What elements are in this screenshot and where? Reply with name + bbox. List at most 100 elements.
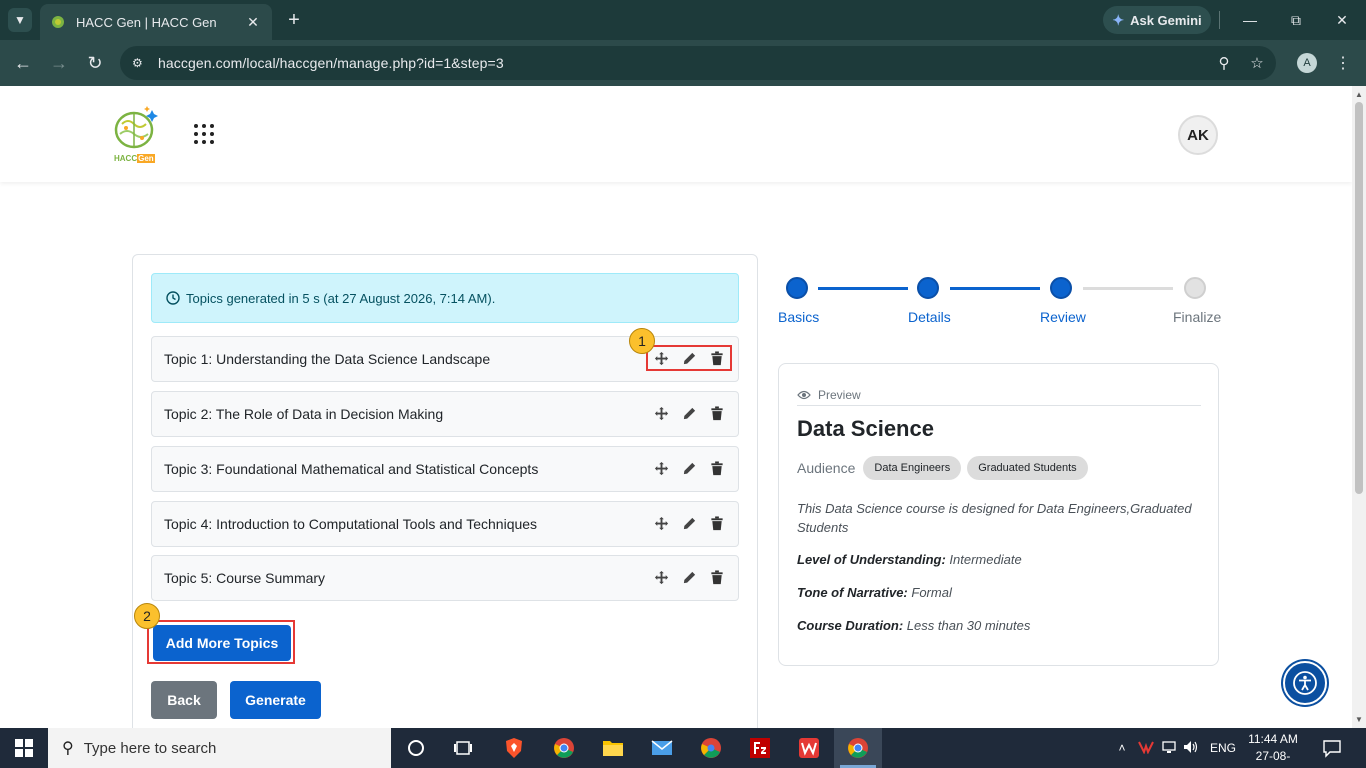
delete-trash-icon[interactable]	[708, 514, 726, 532]
notification-center-icon[interactable]	[1322, 738, 1342, 758]
topic-label: Topic 1: Understanding the Data Science …	[164, 351, 491, 367]
file-explorer-icon[interactable]	[597, 732, 629, 764]
network-icon[interactable]	[1158, 740, 1180, 757]
taskbar-search-placeholder: Type here to search	[83, 739, 217, 757]
ask-gemini-button[interactable]: ✦ Ask Gemini	[1103, 6, 1211, 34]
mail-icon[interactable]	[646, 732, 678, 764]
eye-icon	[797, 390, 811, 399]
topic-label: Topic 4: Introduction to Computational T…	[164, 516, 538, 532]
bookmark-star-icon[interactable]: ☆	[1248, 54, 1266, 72]
level-of-understanding: Level of Understanding: Intermediate	[797, 552, 1022, 567]
ask-gemini-label: Ask Gemini	[1130, 12, 1202, 28]
forward-arrow-icon[interactable]: →	[47, 51, 71, 75]
audience-chip: Graduated Students	[967, 456, 1088, 480]
close-window-button[interactable]: ✕	[1327, 8, 1357, 32]
windows-start-button[interactable]	[0, 728, 48, 768]
topic-actions	[648, 402, 730, 424]
duration-label: Course Duration:	[797, 618, 904, 633]
browser-profile-avatar[interactable]: A	[1297, 53, 1317, 73]
step-details-label[interactable]: Details	[908, 309, 951, 325]
back-arrow-icon[interactable]: ←	[11, 51, 35, 75]
cortana-icon[interactable]	[400, 732, 432, 764]
tone-label: Tone of Narrative:	[797, 585, 908, 600]
edit-pencil-icon[interactable]	[680, 404, 698, 422]
move-icon[interactable]	[652, 349, 670, 367]
move-icon[interactable]	[652, 514, 670, 532]
url-text[interactable]: haccgen.com/local/haccgen/manage.php?id=…	[158, 55, 504, 71]
task-view-icon[interactable]	[447, 732, 479, 764]
move-icon[interactable]	[652, 404, 670, 422]
volume-icon[interactable]	[1180, 740, 1202, 757]
new-tab-button[interactable]: +	[282, 8, 306, 32]
site-header: HACCGen AK	[0, 86, 1352, 182]
reload-icon[interactable]: ↻	[83, 51, 107, 75]
browser-tabstrip: ▼ HACC Gen | HACC Gen ✕ + ✦ Ask Gemini —…	[0, 0, 1366, 40]
zoom-icon[interactable]: ⚲	[1215, 54, 1233, 72]
topic-item[interactable]: Topic 4: Introduction to Computational T…	[151, 501, 739, 547]
tab-close-icon[interactable]: ✕	[244, 14, 262, 31]
edit-pencil-icon[interactable]	[680, 349, 698, 367]
page-viewport: HACCGen AK Topics generated in 5 s (at 2…	[0, 86, 1352, 728]
generate-button[interactable]: Generate	[230, 681, 321, 719]
chrome-icon[interactable]	[548, 732, 580, 764]
edit-pencil-icon[interactable]	[680, 514, 698, 532]
taskbar-clock[interactable]: 11:44 AM 27-08-2026	[1244, 731, 1302, 768]
accessibility-button[interactable]	[1283, 661, 1327, 705]
topic-label: Topic 5: Course Summary	[164, 570, 326, 586]
step-review-dot[interactable]	[1050, 277, 1072, 299]
move-icon[interactable]	[652, 568, 670, 586]
tray-overflow-chevron-icon[interactable]: ˄	[1114, 741, 1130, 755]
step-finalize-dot[interactable]	[1184, 277, 1206, 299]
delete-trash-icon[interactable]	[708, 459, 726, 477]
tab-title: HACC Gen | HACC Gen	[76, 14, 217, 30]
browser-tab-active[interactable]: HACC Gen | HACC Gen ✕	[40, 4, 272, 40]
brave-browser-icon[interactable]	[498, 732, 530, 764]
step-details-dot[interactable]	[917, 277, 939, 299]
level-label: Level of Understanding:	[797, 552, 946, 567]
site-info-icon[interactable]: ⚙	[132, 56, 150, 70]
chrome-active-icon[interactable]	[842, 732, 874, 764]
edit-pencil-icon[interactable]	[680, 568, 698, 586]
chrome-profile-icon[interactable]	[695, 732, 727, 764]
tab-search-button[interactable]: ▼	[8, 8, 32, 32]
add-more-topics-button[interactable]: Add More Topics	[153, 625, 291, 661]
scroll-up-icon[interactable]: ▲	[1354, 89, 1364, 99]
delete-trash-icon[interactable]	[708, 349, 726, 367]
language-indicator[interactable]: ENG	[1210, 741, 1236, 755]
page-scrollbar[interactable]: ▲ ▼	[1352, 86, 1366, 728]
topic-item[interactable]: Topic 5: Course Summary	[151, 555, 739, 601]
minimize-button[interactable]: —	[1235, 8, 1265, 32]
preview-header: Preview	[797, 384, 1201, 406]
browser-menu-icon[interactable]: ⋮	[1334, 52, 1352, 74]
tone-value: Formal	[911, 585, 952, 600]
clock-icon	[166, 291, 180, 305]
stepper-connector	[1083, 287, 1173, 290]
step-basics-label[interactable]: Basics	[778, 309, 819, 325]
delete-trash-icon[interactable]	[708, 568, 726, 586]
move-icon[interactable]	[652, 459, 670, 477]
filezilla-icon[interactable]	[744, 732, 776, 764]
apps-grid-icon[interactable]	[194, 124, 214, 144]
scroll-down-icon[interactable]: ▼	[1354, 714, 1364, 724]
logo-wordmark: HACCGen	[114, 154, 155, 163]
alert-text: Topics generated in 5 s (at 27 August 20…	[186, 290, 496, 306]
topic-item[interactable]: Topic 3: Foundational Mathematical and S…	[151, 446, 739, 492]
step-finalize-label[interactable]: Finalize	[1173, 309, 1221, 325]
logo-wordmark-a: HACC	[114, 154, 138, 163]
step-basics-dot[interactable]	[786, 277, 808, 299]
edit-pencil-icon[interactable]	[680, 459, 698, 477]
address-bar[interactable]: ⚙ haccgen.com/local/haccgen/manage.php?i…	[120, 46, 1276, 80]
delete-trash-icon[interactable]	[708, 404, 726, 422]
user-avatar[interactable]: AK	[1178, 115, 1218, 155]
tray-app-icon[interactable]	[1134, 740, 1158, 757]
restore-button[interactable]: ⧉	[1281, 8, 1311, 32]
wps-office-icon[interactable]	[793, 732, 825, 764]
topic-item[interactable]: Topic 2: The Role of Data in Decision Ma…	[151, 391, 739, 437]
scrollbar-thumb[interactable]	[1355, 102, 1363, 494]
level-value: Intermediate	[949, 552, 1022, 567]
annotation-badge-2: 2	[134, 603, 160, 629]
step-review-label[interactable]: Review	[1040, 309, 1086, 325]
taskbar-search-box[interactable]: ⚲ Type here to search	[48, 728, 391, 768]
add-topics-highlight: Add More Topics	[147, 620, 295, 664]
back-button[interactable]: Back	[151, 681, 217, 719]
